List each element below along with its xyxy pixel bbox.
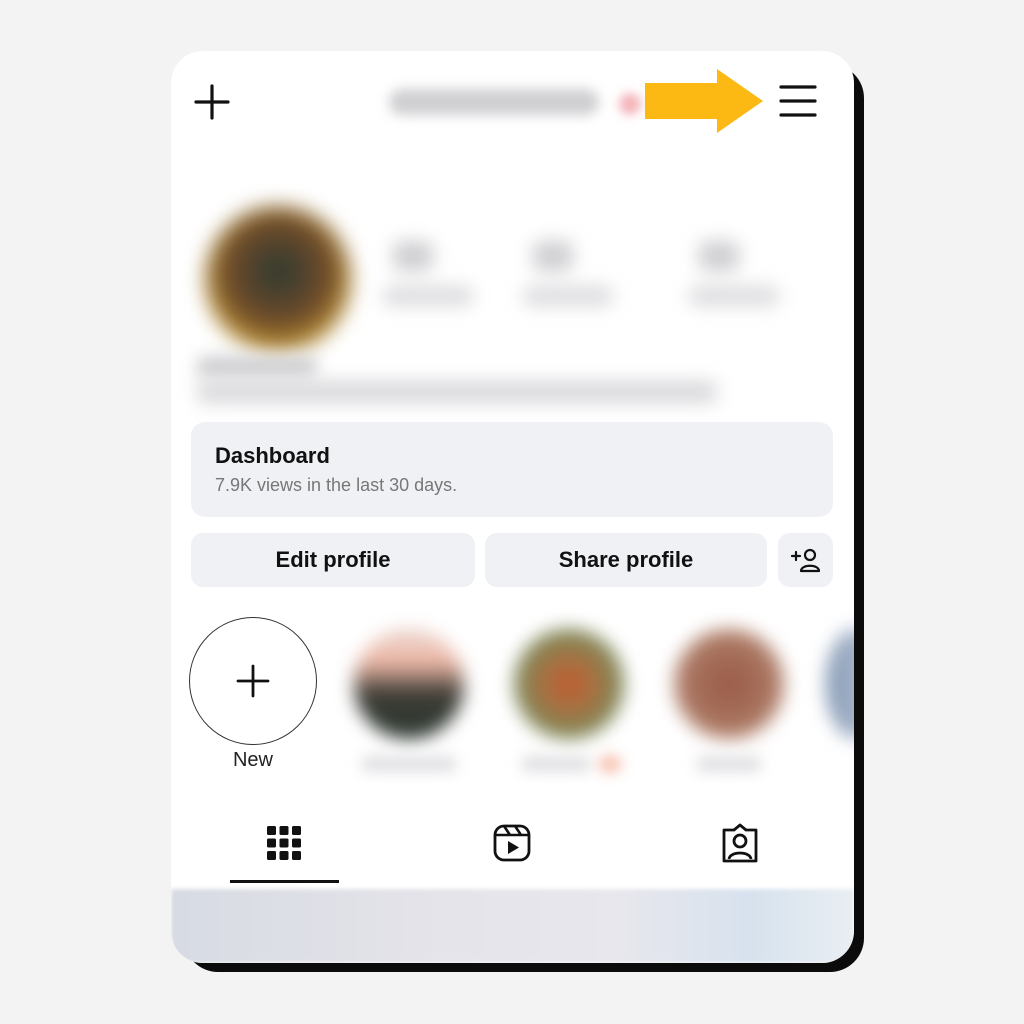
active-tab-indicator xyxy=(230,880,339,883)
new-highlight-label: New xyxy=(232,749,273,771)
highlight-blurred[interactable] xyxy=(674,629,784,739)
add-person-icon xyxy=(790,548,820,573)
hamburger-menu-icon xyxy=(779,85,817,117)
plus-icon xyxy=(194,84,230,120)
bio-blurred xyxy=(197,381,717,403)
highlight-blurred[interactable] xyxy=(514,629,624,739)
reels-icon xyxy=(493,824,531,862)
profile-screen: Dashboard 7.9K views in the last 30 days… xyxy=(171,51,854,963)
highlight-blurred[interactable] xyxy=(826,629,854,739)
highlight-badge-blurred xyxy=(599,756,621,772)
menu-button[interactable] xyxy=(777,81,819,121)
edit-profile-label: Edit profile xyxy=(275,547,391,572)
plus-icon xyxy=(236,664,270,698)
share-profile-label: Share profile xyxy=(558,547,694,572)
tab-grid[interactable] xyxy=(262,821,306,865)
highlight-label-blurred xyxy=(361,756,457,772)
following-stat-blurred[interactable] xyxy=(689,221,779,321)
create-button[interactable] xyxy=(191,81,233,123)
highlight-label-blurred xyxy=(696,756,762,772)
username-blurred[interactable] xyxy=(389,89,599,115)
tagged-icon xyxy=(722,823,758,863)
grid-icon xyxy=(267,826,301,860)
posts-grid-blurred[interactable] xyxy=(171,889,854,963)
arrow-right-icon xyxy=(645,69,763,133)
tab-tagged[interactable] xyxy=(718,821,762,865)
avatar[interactable] xyxy=(205,206,351,352)
share-profile-button[interactable]: Share profile xyxy=(485,533,767,587)
notification-dot-blurred xyxy=(619,93,641,115)
dashboard-card[interactable]: Dashboard 7.9K views in the last 30 days… xyxy=(191,422,833,517)
dashboard-subtitle: 7.9K views in the last 30 days. xyxy=(215,475,458,495)
dashboard-title: Dashboard xyxy=(215,443,330,468)
highlight-blurred[interactable] xyxy=(354,629,464,739)
posts-stat-blurred xyxy=(383,221,473,321)
discover-people-button[interactable] xyxy=(778,533,833,587)
highlight-label-blurred xyxy=(521,756,591,772)
new-highlight-button[interactable] xyxy=(189,617,317,745)
followers-stat-blurred[interactable] xyxy=(523,221,613,321)
tab-reels[interactable] xyxy=(490,821,534,865)
edit-profile-button[interactable]: Edit profile xyxy=(191,533,475,587)
display-name-blurred xyxy=(197,356,317,378)
